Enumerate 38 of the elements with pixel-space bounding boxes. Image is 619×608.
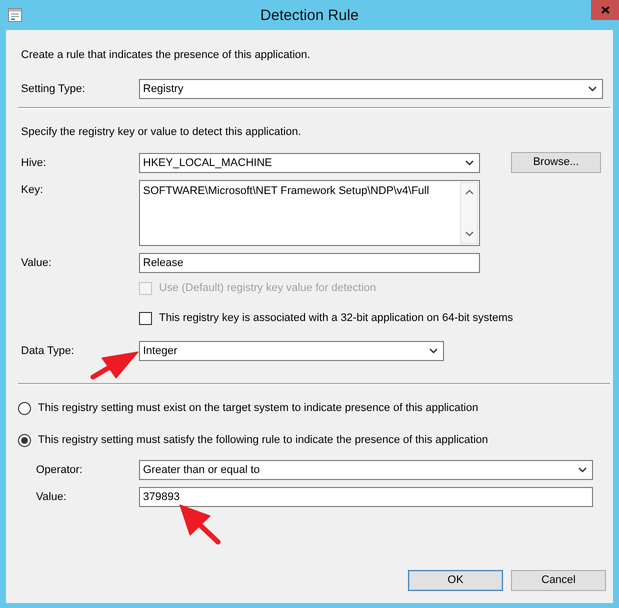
radio-button[interactable] <box>18 402 31 414</box>
value-field[interactable]: 379893 <box>139 487 593 507</box>
arrow-icon <box>90 350 140 380</box>
scrollbar[interactable] <box>460 182 478 244</box>
chevron-down-icon[interactable] <box>465 160 474 166</box>
data-type-dropdown[interactable]: Integer <box>139 341 444 361</box>
key-field[interactable]: SOFTWARE\Microsoft\NET Framework Setup\NDP\v4\Full <box>139 180 480 246</box>
chevron-down-icon[interactable] <box>464 231 474 237</box>
close-button[interactable] <box>591 0 619 20</box>
radio-label[interactable]: This registry setting must exist on the target system to indicate presence of this application <box>38 400 478 416</box>
instruction-text: Specify the registry key or value to detect this application. <box>21 125 302 140</box>
data-type-label: Data Type: <box>21 344 75 359</box>
chevron-down-icon[interactable] <box>578 467 587 473</box>
ok-button[interactable]: OK <box>408 570 503 591</box>
value-label: Value: <box>36 490 68 505</box>
chevron-down-icon[interactable] <box>429 348 438 354</box>
arrow-icon <box>178 503 222 545</box>
checkbox-label[interactable]: This registry key is associated with a 32-bit application on 64-bit systems <box>159 310 513 326</box>
setting-type-label: Setting Type: <box>21 82 86 97</box>
key-label: Key: <box>21 183 44 198</box>
operator-dropdown[interactable]: Greater than or equal to <box>139 460 593 480</box>
value-field[interactable]: Release <box>139 253 480 273</box>
hive-dropdown[interactable]: HKEY_LOCAL_MACHINE <box>139 152 480 172</box>
setting-type-dropdown[interactable]: Registry <box>139 79 603 99</box>
value-label: Value: <box>21 256 52 271</box>
hive-label: Hive: <box>21 156 48 170</box>
window-title: Detection Rule <box>260 6 359 24</box>
radio-label[interactable]: This registry setting must satisfy the following rule to indicate the presence of this application <box>38 432 488 448</box>
window-icon <box>8 8 22 22</box>
cancel-button[interactable]: Cancel <box>511 570 606 591</box>
radio-button[interactable] <box>18 434 31 446</box>
chevron-up-icon[interactable] <box>464 189 474 195</box>
intro-text: Create a rule that indicates the presence of this application. <box>21 48 310 63</box>
operator-label: Operator: <box>36 463 84 478</box>
checkbox[interactable] <box>139 312 152 324</box>
browse-button[interactable]: Browse... <box>511 152 601 173</box>
close-icon[interactable] <box>600 6 610 14</box>
chevron-down-icon[interactable] <box>588 86 597 92</box>
